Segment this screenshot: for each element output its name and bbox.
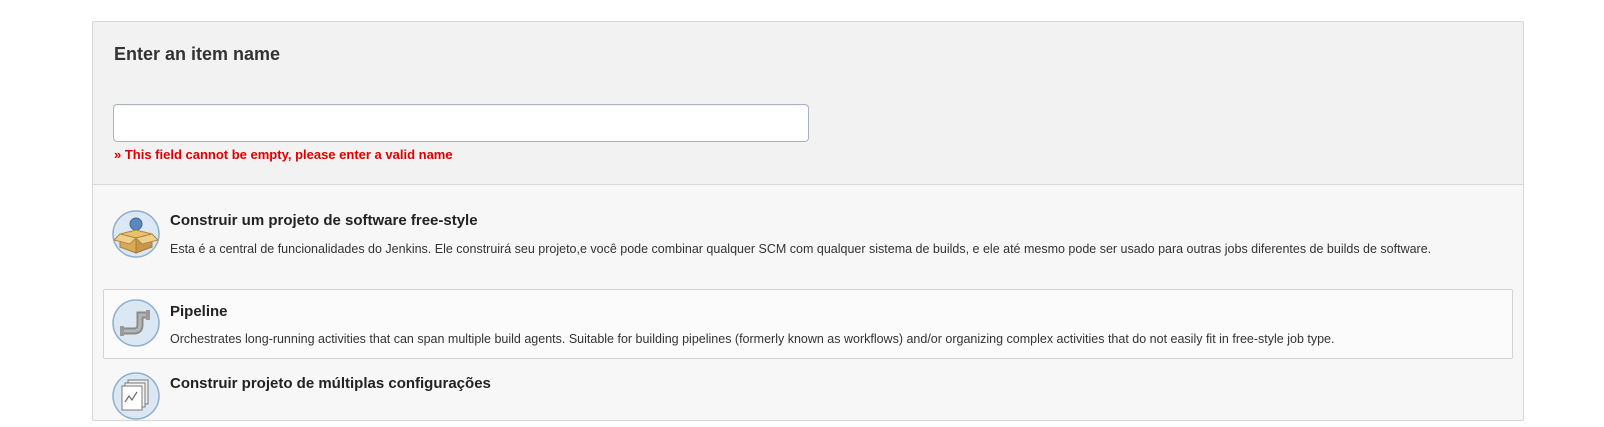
item-type-freestyle[interactable]: Construir um projeto de software free-st… bbox=[103, 202, 1513, 292]
item-type-label: Pipeline bbox=[170, 303, 228, 320]
item-name-section: Enter an item name » This field cannot b… bbox=[93, 22, 1523, 185]
item-type-description: Esta é a central de funcionalidades do J… bbox=[170, 242, 1432, 256]
item-type-label: Construir projeto de múltiplas configura… bbox=[170, 375, 491, 392]
multi-configuration-project-icon bbox=[112, 372, 160, 420]
item-type-description: Orchestrates long-running activities tha… bbox=[170, 332, 1335, 346]
new-item-panel: Enter an item name » This field cannot b… bbox=[92, 21, 1524, 421]
item-type-label: Construir um projeto de software free-st… bbox=[170, 212, 478, 229]
item-type-multi-configuration[interactable]: Construir projeto de múltiplas configura… bbox=[103, 367, 1513, 427]
item-name-input[interactable] bbox=[113, 104, 809, 142]
item-name-title: Enter an item name bbox=[114, 44, 281, 64]
item-name-error: » This field cannot be empty, please ent… bbox=[114, 147, 453, 162]
pipeline-icon bbox=[112, 299, 160, 347]
item-type-pipeline[interactable]: Pipeline Orchestrates long-running activ… bbox=[103, 289, 1513, 359]
freestyle-project-icon bbox=[112, 210, 160, 258]
